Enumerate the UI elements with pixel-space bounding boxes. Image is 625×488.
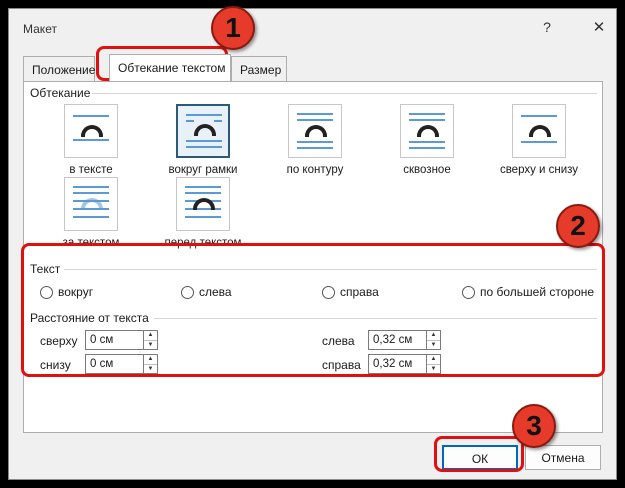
wrap-style-tight[interactable]: по контуру [260, 104, 370, 176]
annotation-badge-1: 1 [211, 6, 255, 50]
wrap-tight-icon[interactable] [288, 104, 342, 158]
wrap-top-bottom-icon[interactable] [512, 104, 566, 158]
wrap-style-through[interactable]: сквозное [372, 104, 482, 176]
wrap-inline-icon[interactable] [64, 104, 118, 158]
wrapping-heading: Обтекание [30, 86, 91, 100]
annotation-box-settings [21, 243, 605, 377]
annotation-badge-3: 3 [512, 404, 556, 448]
help-button[interactable]: ? [537, 19, 557, 35]
wrap-style-label: вокруг рамки [168, 164, 238, 176]
tab-text-wrapping[interactable]: Обтекание текстом [109, 54, 231, 81]
dialog-title: Макет [23, 22, 57, 36]
wrap-in-front-icon[interactable] [176, 177, 230, 231]
wrap-style-inline[interactable]: в тексте [36, 104, 146, 176]
wrap-style-behind[interactable]: за текстом [36, 177, 146, 249]
wrap-through-icon[interactable] [400, 104, 454, 158]
annotation-badge-2: 2 [556, 204, 600, 248]
tab-size[interactable]: Размер [231, 56, 287, 81]
wrapping-divider [92, 93, 597, 94]
close-button[interactable]: ✕ [589, 18, 609, 36]
tab-position[interactable]: Положение [23, 56, 95, 81]
cancel-button[interactable]: Отмена [525, 445, 601, 470]
wrap-style-square[interactable]: вокруг рамки [148, 104, 258, 176]
wrap-square-icon[interactable] [176, 104, 230, 158]
wrap-style-in-front[interactable]: перед текстом [148, 177, 258, 249]
wrap-style-label: сквозное [403, 164, 451, 176]
annotation-box-ok [434, 436, 524, 472]
wrap-style-label: по контуру [286, 164, 344, 176]
title-bar: Макет ? ✕ [9, 9, 616, 47]
wrap-behind-icon[interactable] [64, 177, 118, 231]
wrap-style-label: сверху и снизу [499, 164, 579, 176]
wrap-style-label: в тексте [69, 164, 113, 176]
wrap-style-top-bottom[interactable]: сверху и снизу [484, 104, 594, 176]
